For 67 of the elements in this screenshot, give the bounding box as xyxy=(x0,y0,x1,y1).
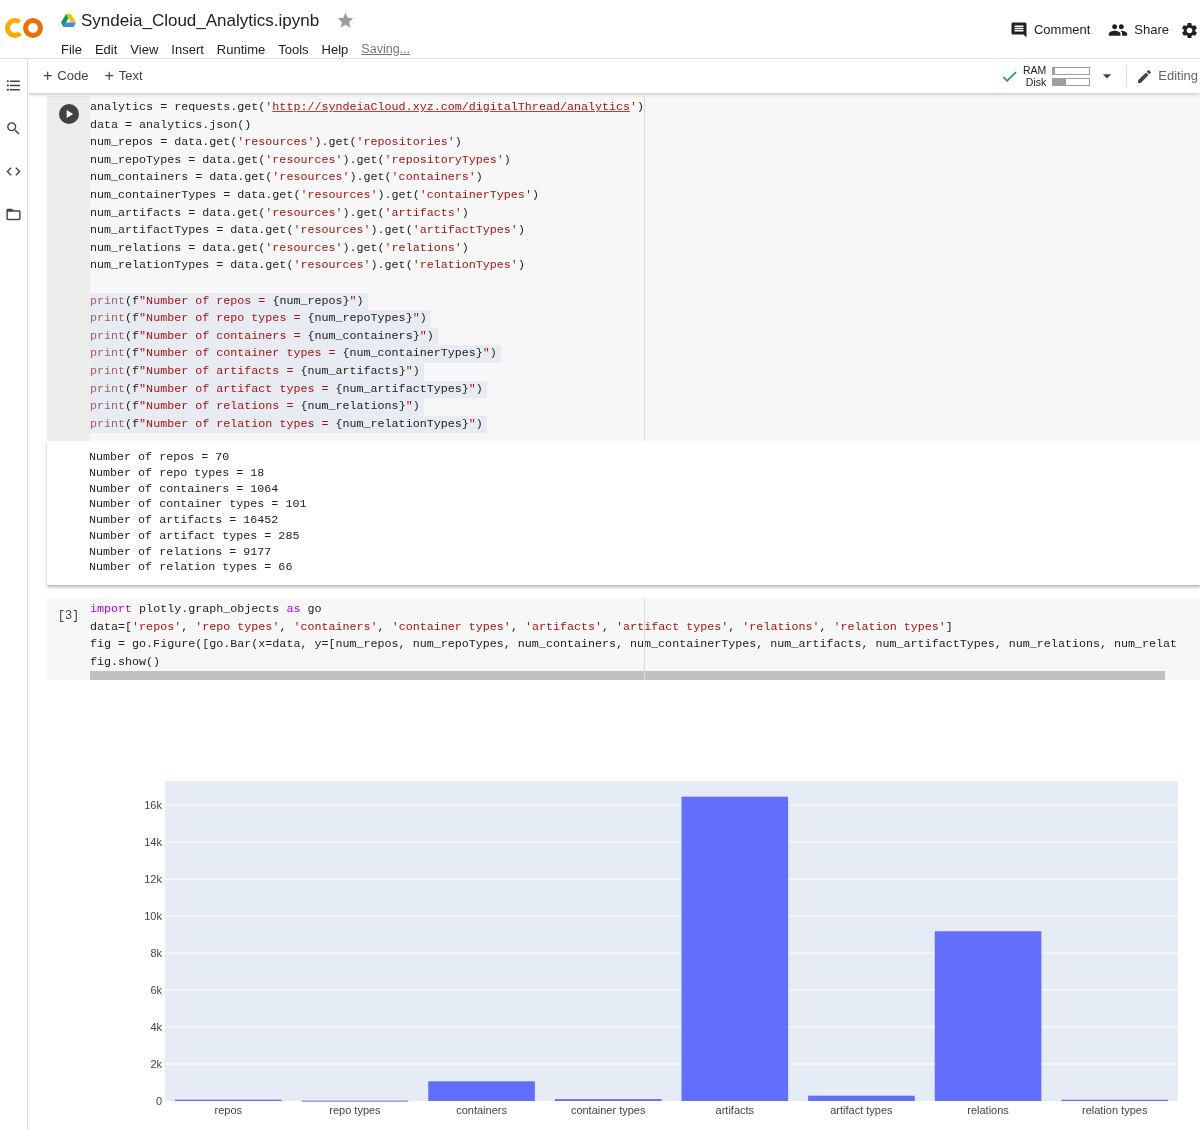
y-tick-label: 4k xyxy=(150,1021,162,1034)
y-tick-label: 2k xyxy=(150,1058,162,1071)
comment-icon[interactable] xyxy=(1009,21,1028,39)
x-tick-label: artifacts xyxy=(715,1104,755,1117)
output-line: Number of repos = 70 xyxy=(89,450,230,466)
x-tick-label: container types xyxy=(570,1104,646,1117)
resource-label: Disk xyxy=(1025,76,1047,88)
menu-item[interactable]: Edit xyxy=(94,39,118,59)
horizontal-scrollbar[interactable] xyxy=(90,671,1165,681)
code-line: num_artifactTypes = data.get('resources').get('artifactTypes') xyxy=(90,222,526,240)
save-status[interactable]: Saving... xyxy=(361,39,410,59)
pencil-icon[interactable] xyxy=(1136,67,1154,85)
drive-icon xyxy=(61,14,76,28)
usage-meter xyxy=(1052,77,1091,86)
x-tick-label: containers xyxy=(456,1104,507,1117)
code-line: data=['repos', 'repo types', 'containers', 'container types', 'artifacts', 'artifact types', 'relations', 'relation types'] xyxy=(90,618,954,636)
menu-item[interactable]: Insert xyxy=(171,39,204,59)
y-tick-label: 0 xyxy=(155,1095,162,1108)
output-line: Number of container types = 101 xyxy=(89,497,307,514)
code-line: data = analytics.json() xyxy=(90,116,253,134)
code-line: num_relationTypes = data.get('resources').get('relationTypes') xyxy=(90,257,526,275)
y-tick-label: 14k xyxy=(144,836,162,849)
menu-item[interactable]: Tools xyxy=(278,39,309,59)
execution-count: [3] xyxy=(57,607,80,625)
y-tick-label: 16k xyxy=(144,799,162,812)
settings-icon[interactable] xyxy=(1180,20,1199,40)
code-line: num_repoTypes = data.get('resources').get('repositoryTypes') xyxy=(90,151,512,169)
code-line: num_relations = data.get('resources').get('relations') xyxy=(90,239,470,257)
code-line: analytics = requests.get('http://syndeiaCloud.xyz.com/digitalThread/analytics') xyxy=(90,99,646,116)
output-line: Number of repo types = 18 xyxy=(89,466,265,482)
y-tick-label: 6k xyxy=(150,984,162,997)
x-tick-label: repos xyxy=(214,1104,243,1117)
usage-meter xyxy=(1052,66,1091,75)
code-line: num_artifacts = data.get('resources').get('artifacts') xyxy=(90,204,470,222)
output-line: Number of containers = 1064 xyxy=(89,481,279,498)
menu-item[interactable]: View xyxy=(130,39,159,59)
y-tick-label: 12k xyxy=(144,873,162,886)
x-tick-label: relations xyxy=(967,1104,1009,1117)
output-line: Number of relations = 9177 xyxy=(89,544,272,561)
menu-item[interactable]: File xyxy=(61,39,82,59)
menu-item[interactable]: Help xyxy=(321,39,349,59)
output-line: Number of artifact types = 285 xyxy=(89,528,300,545)
table-of-contents-icon[interactable] xyxy=(5,77,22,94)
share-button[interactable]: Share xyxy=(1099,18,1178,42)
code-line: import plotly.graph_objects as go xyxy=(90,600,323,618)
add-text-button[interactable]: + Text xyxy=(104,66,143,86)
output-line: Number of artifacts = 16452 xyxy=(89,513,279,529)
folder-icon[interactable] xyxy=(5,206,22,223)
code-line: fig = go.Figure([go.Bar(x=data, y=[num_repos, num_repoTypes, num_containers, num_containerTypes, num_artifacts, num_artifactTypes, num_relations, num_relat xyxy=(90,636,1179,654)
code-line: num_containerTypes = data.get('resources').get('containerTypes') xyxy=(90,186,540,204)
add-code-button[interactable]: + Code xyxy=(43,66,89,86)
code-line: num_repos = data.get('resources').get('repositories') xyxy=(90,134,463,152)
code-line: num_containers = data.get('resources').get('containers') xyxy=(90,169,484,187)
y-tick-label: 8k xyxy=(150,947,162,960)
x-tick-label: relation types xyxy=(1081,1104,1148,1117)
editing-mode-button[interactable]: Editing xyxy=(1136,66,1200,86)
code-line: fig.show() xyxy=(90,653,162,671)
output-line: Number of relation types = 66 xyxy=(89,560,293,576)
menu-item[interactable]: Runtime xyxy=(216,39,266,59)
x-tick-label: artifact types xyxy=(830,1104,893,1117)
colab-logo[interactable] xyxy=(5,17,43,39)
search-icon[interactable] xyxy=(5,120,22,137)
comment-button[interactable]: Comment xyxy=(1000,18,1100,42)
x-tick-label: repo types xyxy=(329,1104,381,1117)
resource-label: RAM xyxy=(1022,64,1047,76)
notebook-title[interactable]: Syndeia_Cloud_Analytics.ipynb xyxy=(81,8,320,34)
y-tick-label: 10k xyxy=(144,910,162,923)
